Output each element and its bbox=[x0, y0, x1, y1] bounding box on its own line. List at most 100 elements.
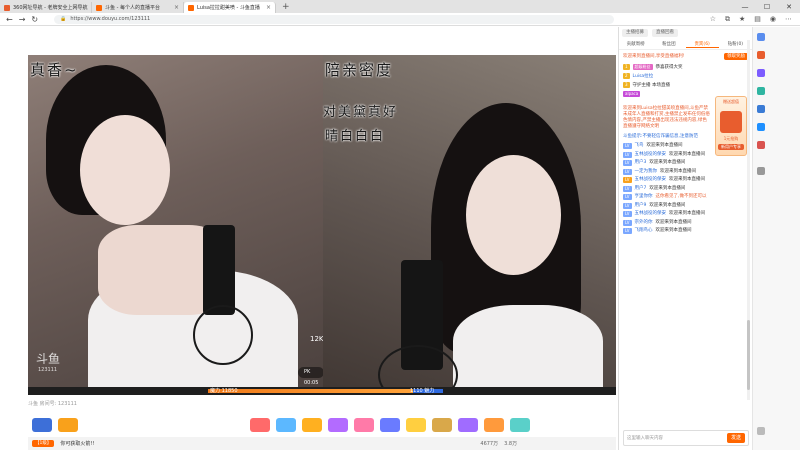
stream-left: 真香~ 12K 斗鱼 123111 PK 00:05 bbox=[28, 55, 325, 395]
caption-right-3: 晴白白白 bbox=[325, 129, 386, 144]
favicon-icon bbox=[96, 4, 102, 11]
chat-message: LV 宗外的你 欢迎来到本直播间 bbox=[623, 219, 692, 226]
sidebar-outlook-icon[interactable] bbox=[757, 123, 765, 131]
microphone-left bbox=[203, 225, 235, 315]
welcome-message: 欢迎来到Luisa拉拉甜美喷直播间,斗鱼严禁未成年人直播和打赏,主播禁止发布任何… bbox=[623, 106, 710, 129]
chat-message: LV 用户3 欢迎来到本直播间 bbox=[623, 160, 686, 166]
chat-message: LV 亨里你你 这你看见了,做不到还可以 bbox=[623, 194, 707, 200]
address-bar: ← → ↻ 🔒 https://www.douyu.com/123111 ☆ ⧉… bbox=[0, 13, 800, 26]
lock-icon: 🔒 bbox=[60, 16, 67, 22]
chat-message: LV 用户7 欢迎来到本直播间 bbox=[623, 185, 686, 192]
chat-message: LV 五林战役的保安 欢迎来到本直播间 bbox=[623, 177, 706, 183]
rank-icon: 2 bbox=[623, 72, 630, 79]
user-status-bar: 【1级】 你可获取火箭!! 4677万 3.8万 bbox=[28, 437, 616, 450]
close-tab-icon[interactable]: × bbox=[174, 4, 179, 11]
gift-icon[interactable] bbox=[458, 418, 478, 432]
sidebar-app-icon[interactable] bbox=[757, 141, 765, 149]
recruit-button[interactable]: 主播招募 bbox=[622, 29, 648, 37]
close-window-icon[interactable]: ✕ bbox=[778, 3, 800, 11]
browser-tab-bar: 360网址导航 - 老牌安全上网导航× 斗鱼 - 每个人的直播平台× Luisa… bbox=[0, 0, 800, 13]
chat-message: LV 一定为我你 欢迎来到本直播间 bbox=[623, 168, 697, 175]
rank-row: 1 超级粉丝 恭喜获得大奖 bbox=[623, 63, 683, 70]
refresh-icon[interactable]: ↻ bbox=[31, 15, 38, 24]
gift-icon[interactable] bbox=[380, 418, 400, 432]
pk-timer: PK 00:05 bbox=[298, 367, 325, 386]
scroll-thumb[interactable] bbox=[747, 320, 750, 390]
sidebar-add-icon[interactable] bbox=[757, 167, 765, 175]
stream-right: 陪亲密度 对美黛真好 晴白白白 bbox=[323, 55, 616, 395]
send-button[interactable]: 发送 bbox=[727, 433, 745, 443]
sidebar-tools-icon[interactable] bbox=[757, 87, 765, 95]
video-player[interactable]: 真香~ 12K 斗鱼 123111 PK 00:05 陪亲密度 对美黛真好 晴白… bbox=[28, 55, 616, 395]
notice-bar: 欢迎来到直播间,享受直播福利! 领取奖励 bbox=[619, 50, 752, 62]
sidebar-settings-icon[interactable] bbox=[757, 427, 765, 435]
caption-left: 真香~ bbox=[30, 61, 79, 79]
pk-progress-bar: 魔力 11850 1110 魅力 bbox=[28, 387, 616, 395]
browser-tab-active[interactable]: Luisa拉拉甜美喷 - 斗鱼直播 × bbox=[184, 2, 276, 13]
new-tab-button[interactable]: + bbox=[276, 2, 296, 12]
gift-icon[interactable] bbox=[250, 418, 270, 432]
rank-row: 2 Luisa拉拉 bbox=[623, 72, 654, 79]
chat-panel: 主播招募 直播回看 贡献周榜 粉丝团 贵宾(6) 钻粉(0) 欢迎来到直播间,享… bbox=[618, 27, 752, 450]
watermark: 斗鱼 bbox=[36, 352, 61, 366]
forward-icon[interactable]: → bbox=[19, 15, 26, 24]
gift-icon[interactable] bbox=[354, 418, 374, 432]
sidebar-search-icon[interactable] bbox=[757, 33, 765, 41]
panel-tabs: 贡献周榜 粉丝团 贵宾(6) 钻粉(0) bbox=[619, 39, 752, 50]
gift-icon[interactable] bbox=[484, 418, 504, 432]
tab-fans[interactable]: 粉丝团 bbox=[652, 41, 685, 47]
gift-icon[interactable] bbox=[58, 418, 78, 432]
gift-box-icon bbox=[720, 111, 742, 133]
chat-scrollbar[interactable] bbox=[747, 40, 750, 400]
face-right bbox=[466, 155, 561, 275]
gift-icon[interactable] bbox=[276, 418, 296, 432]
gift-icon[interactable] bbox=[432, 418, 452, 432]
minimize-icon[interactable]: — bbox=[734, 3, 756, 11]
window-controls: — ☐ ✕ bbox=[734, 3, 800, 11]
gift-icon[interactable] bbox=[32, 418, 52, 432]
gift-icon[interactable] bbox=[328, 418, 348, 432]
rank-icon: 1 bbox=[623, 63, 630, 70]
panel-top: 主播招募 直播回看 bbox=[619, 27, 752, 39]
sidebar-shopping-icon[interactable] bbox=[757, 51, 765, 59]
gift-icon[interactable] bbox=[302, 418, 322, 432]
rank-icon: 3 bbox=[623, 81, 630, 88]
chat-input[interactable]: 这里输入聊天内容 发送 bbox=[623, 430, 749, 446]
promo-card[interactable]: 赠送超值 1元抢购 新用户专享 bbox=[715, 96, 747, 156]
tab-rank[interactable]: 贡献周榜 bbox=[619, 41, 652, 47]
room-info-bar: 斗鱼 房间号: 123111 bbox=[28, 397, 616, 413]
favicon-icon bbox=[188, 4, 194, 11]
caption-right-1: 陪亲密度 bbox=[325, 61, 394, 79]
replay-button[interactable]: 直播回看 bbox=[652, 29, 678, 37]
gift-icon[interactable] bbox=[510, 418, 530, 432]
face-left bbox=[80, 115, 170, 225]
back-icon[interactable]: ← bbox=[6, 15, 13, 24]
sidebar-office-icon[interactable] bbox=[757, 105, 765, 113]
chat-message: LV 用户9 欢迎来到本直播间 bbox=[623, 202, 686, 209]
star-icon[interactable]: ☆ bbox=[710, 15, 716, 24]
favicon-icon bbox=[4, 4, 10, 11]
browser-tab[interactable]: 斗鱼 - 每个人的直播平台 × bbox=[92, 2, 184, 13]
collections-icon[interactable]: ▤ bbox=[754, 15, 761, 24]
gift-icon[interactable] bbox=[406, 418, 426, 432]
claim-button[interactable]: 领取奖励 bbox=[724, 52, 748, 60]
browser-tab[interactable]: 360网址导航 - 老牌安全上网导航× bbox=[0, 2, 92, 13]
sidebar-games-icon[interactable] bbox=[757, 69, 765, 77]
chat-message: LV 飞翔鸟心 欢迎来到本直播间 bbox=[623, 228, 692, 234]
rank-row: 3 守护主播 本场直播 bbox=[623, 81, 670, 88]
favorites-icon[interactable]: ★ bbox=[739, 15, 745, 24]
more-icon[interactable]: ⋯ bbox=[785, 15, 792, 24]
tab-vip[interactable]: 贵宾(6) bbox=[685, 41, 719, 48]
nav-buttons: ← → ↻ bbox=[0, 15, 44, 24]
extensions-icon[interactable]: ⧉ bbox=[725, 15, 730, 24]
maximize-icon[interactable]: ☐ bbox=[756, 3, 778, 11]
gift-bar bbox=[28, 413, 616, 437]
caption-right-2: 对美黛真好 bbox=[323, 105, 399, 120]
url-field[interactable]: 🔒 https://www.douyu.com/123111 bbox=[54, 14, 615, 24]
profile-icon[interactable]: ◉ bbox=[770, 15, 776, 24]
browser-sidebar bbox=[752, 27, 800, 450]
browser-toolbar: ☆ ⧉ ★ ▤ ◉ ⋯ bbox=[710, 15, 800, 24]
chat-message: LV 五林战役的保安 欢迎来到本直播间 bbox=[623, 211, 706, 217]
close-tab-icon[interactable]: × bbox=[266, 4, 271, 11]
chat-list: LV 飞鸟 欢迎来到本直播间 LV 五林战役的保安 欢迎来到本直播间 LV 用户3 欢迎来到… bbox=[619, 142, 752, 236]
